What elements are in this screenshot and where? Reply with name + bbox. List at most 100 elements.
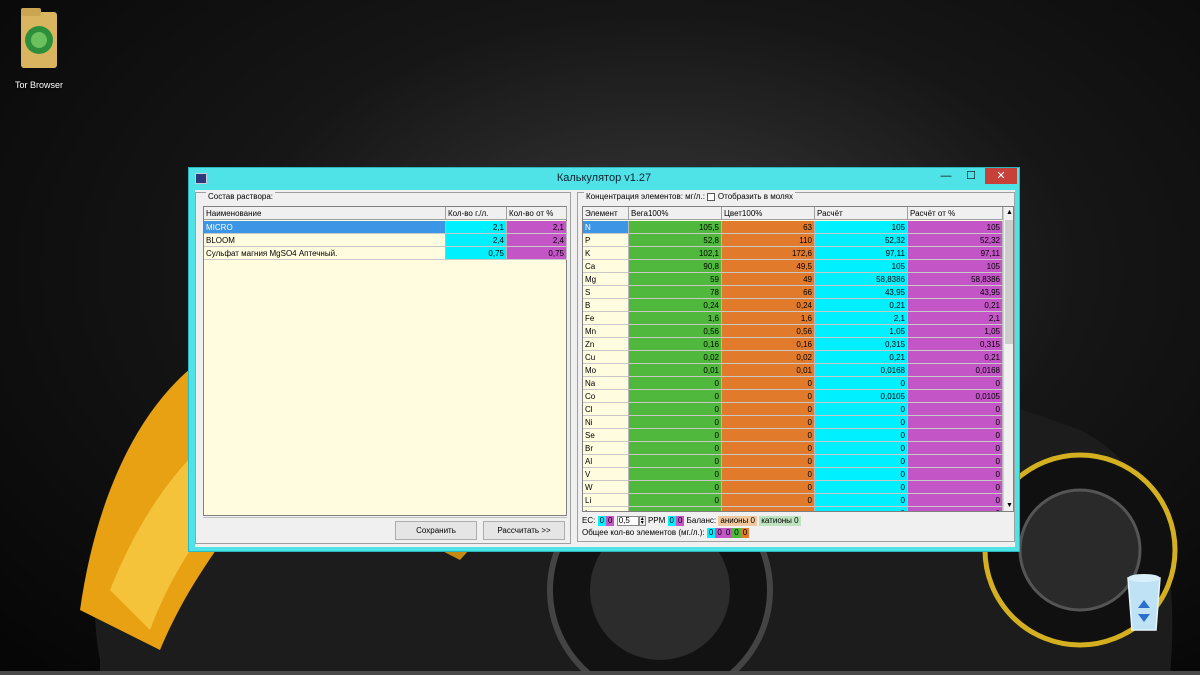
calc-pct-cell[interactable]: 58,8386: [908, 273, 1003, 286]
table-row[interactable]: Mn 0,56 0,56 1,05 1,05: [583, 325, 1003, 338]
element-name-cell[interactable]: W: [583, 481, 629, 494]
table-row[interactable]: N 105,5 63 105 105: [583, 221, 1003, 234]
element-name-cell[interactable]: V: [583, 468, 629, 481]
cvet-cell[interactable]: 0: [722, 468, 815, 481]
calc-cell[interactable]: 1,05: [815, 325, 908, 338]
table-row[interactable]: B 0,24 0,24 0,21 0,21: [583, 299, 1003, 312]
calc-pct-cell[interactable]: 0: [908, 377, 1003, 390]
calc-cell[interactable]: 43,95: [815, 286, 908, 299]
vega-cell[interactable]: 0: [629, 481, 722, 494]
table-row[interactable]: BLOOM 2,4 2,4: [204, 234, 567, 247]
cvet-cell[interactable]: 0: [722, 416, 815, 429]
table-row[interactable]: Br 0 0 0 0: [583, 442, 1003, 455]
calc-cell[interactable]: 0: [815, 429, 908, 442]
cvet-cell[interactable]: 0,01: [722, 364, 815, 377]
table-row[interactable]: Cl 0 0 0 0: [583, 403, 1003, 416]
table-row[interactable]: Cu 0,02 0,02 0,21 0,21: [583, 351, 1003, 364]
calc-cell[interactable]: 0,21: [815, 351, 908, 364]
column-header-name[interactable]: Наименование: [204, 207, 446, 220]
calc-cell[interactable]: 0,0168: [815, 364, 908, 377]
solution-qty-cell[interactable]: 2,1: [446, 221, 507, 234]
calc-pct-cell[interactable]: 0: [908, 507, 1003, 511]
table-row[interactable]: Li 0 0 0 0: [583, 494, 1003, 507]
calc-pct-cell[interactable]: 0: [908, 416, 1003, 429]
vega-cell[interactable]: 0: [629, 390, 722, 403]
calc-pct-cell[interactable]: 0,21: [908, 351, 1003, 364]
column-header-vega[interactable]: Вега100%: [629, 207, 722, 220]
vega-cell[interactable]: [629, 507, 722, 511]
table-row[interactable]: P 52,8 110 52,32 52,32: [583, 234, 1003, 247]
calc-cell[interactable]: 0,315: [815, 338, 908, 351]
table-row[interactable]: Na 0 0 0 0: [583, 377, 1003, 390]
scroll-up-icon[interactable]: ▲: [1004, 207, 1013, 219]
title-bar[interactable]: Калькулятор v1.27 — ☐ ✕: [189, 168, 1019, 190]
calc-pct-cell[interactable]: 52,32: [908, 234, 1003, 247]
solution-pct-cell[interactable]: 0,75: [507, 247, 567, 260]
element-name-cell[interactable]: Cu: [583, 351, 629, 364]
cvet-cell[interactable]: 0: [722, 442, 815, 455]
maximize-button[interactable]: ☐: [959, 168, 983, 184]
table-row[interactable]: Mg 59 49 58,8386 58,8386: [583, 273, 1003, 286]
solution-name-cell[interactable]: Сульфат магния MgSO4 Аптечный.: [204, 247, 446, 260]
table-row[interactable]: V0000: [583, 468, 1003, 481]
calc-cell[interactable]: 0,0105: [815, 390, 908, 403]
element-name-cell[interactable]: N: [583, 221, 629, 234]
cvet-cell[interactable]: 0,24: [722, 299, 815, 312]
table-row[interactable]: K 102,1 172,6 97,11 97,11: [583, 247, 1003, 260]
cvet-cell[interactable]: 0: [722, 390, 815, 403]
element-name-cell[interactable]: P: [583, 234, 629, 247]
save-button[interactable]: Сохранить: [395, 521, 477, 540]
calc-cell[interactable]: 0: [815, 416, 908, 429]
scroll-thumb[interactable]: [1005, 220, 1013, 344]
element-name-cell[interactable]: Mg: [583, 273, 629, 286]
cvet-cell[interactable]: 0,16: [722, 338, 815, 351]
calc-cell[interactable]: 0: [815, 455, 908, 468]
calc-pct-cell[interactable]: 0,21: [908, 299, 1003, 312]
cvet-cell[interactable]: 0: [722, 481, 815, 494]
calc-pct-cell[interactable]: 43,95: [908, 286, 1003, 299]
scroll-down-icon[interactable]: ▼: [1004, 500, 1013, 511]
column-header-calc[interactable]: Расчёт: [815, 207, 908, 220]
cvet-cell[interactable]: 0: [722, 494, 815, 507]
calc-pct-cell[interactable]: 0: [908, 494, 1003, 507]
vega-cell[interactable]: 0,02: [629, 351, 722, 364]
calc-pct-cell[interactable]: 0,315: [908, 338, 1003, 351]
element-name-cell[interactable]: Co: [583, 390, 629, 403]
column-header-element[interactable]: Элемент: [583, 207, 629, 220]
table-row[interactable]: Se 0 0 0 0: [583, 429, 1003, 442]
element-name-cell[interactable]: Na: [583, 377, 629, 390]
cvet-cell[interactable]: [722, 507, 815, 511]
show-moles-label[interactable]: Отобразить в молях: [718, 192, 793, 201]
vega-cell[interactable]: 0,01: [629, 364, 722, 377]
vega-cell[interactable]: 0: [629, 377, 722, 390]
element-name-cell[interactable]: Se: [583, 429, 629, 442]
element-name-cell[interactable]: Mo: [583, 364, 629, 377]
cvet-cell[interactable]: 0,56: [722, 325, 815, 338]
column-header-calc-pct[interactable]: Расчёт от %: [908, 207, 1003, 220]
element-name-cell[interactable]: B: [583, 299, 629, 312]
calc-cell[interactable]: 0: [815, 481, 908, 494]
table-row[interactable]: I 00: [583, 507, 1003, 511]
vega-cell[interactable]: 105,5: [629, 221, 722, 234]
element-name-cell[interactable]: Ni: [583, 416, 629, 429]
calc-pct-cell[interactable]: 0,0105: [908, 390, 1003, 403]
table-row[interactable]: MICRO 2,1 2,1: [204, 221, 567, 234]
solution-name-cell[interactable]: BLOOM: [204, 234, 446, 247]
vega-cell[interactable]: 0: [629, 429, 722, 442]
calc-pct-cell[interactable]: 0: [908, 442, 1003, 455]
table-row[interactable]: S 78 66 43,95 43,95: [583, 286, 1003, 299]
calculate-button[interactable]: Рассчитать >>: [483, 521, 565, 540]
calc-cell[interactable]: 58,8386: [815, 273, 908, 286]
calc-cell[interactable]: 0: [815, 442, 908, 455]
calc-pct-cell[interactable]: 0: [908, 468, 1003, 481]
cvet-cell[interactable]: 0: [722, 455, 815, 468]
calc-pct-cell[interactable]: 1,05: [908, 325, 1003, 338]
element-name-cell[interactable]: Mn: [583, 325, 629, 338]
vega-cell[interactable]: 90,8: [629, 260, 722, 273]
cvet-cell[interactable]: 172,6: [722, 247, 815, 260]
element-name-cell[interactable]: Al: [583, 455, 629, 468]
tor-browser-shortcut[interactable]: Tor Browser: [8, 4, 70, 90]
minimize-button[interactable]: —: [934, 168, 958, 184]
calc-cell[interactable]: 105: [815, 260, 908, 273]
calc-cell[interactable]: 0,21: [815, 299, 908, 312]
